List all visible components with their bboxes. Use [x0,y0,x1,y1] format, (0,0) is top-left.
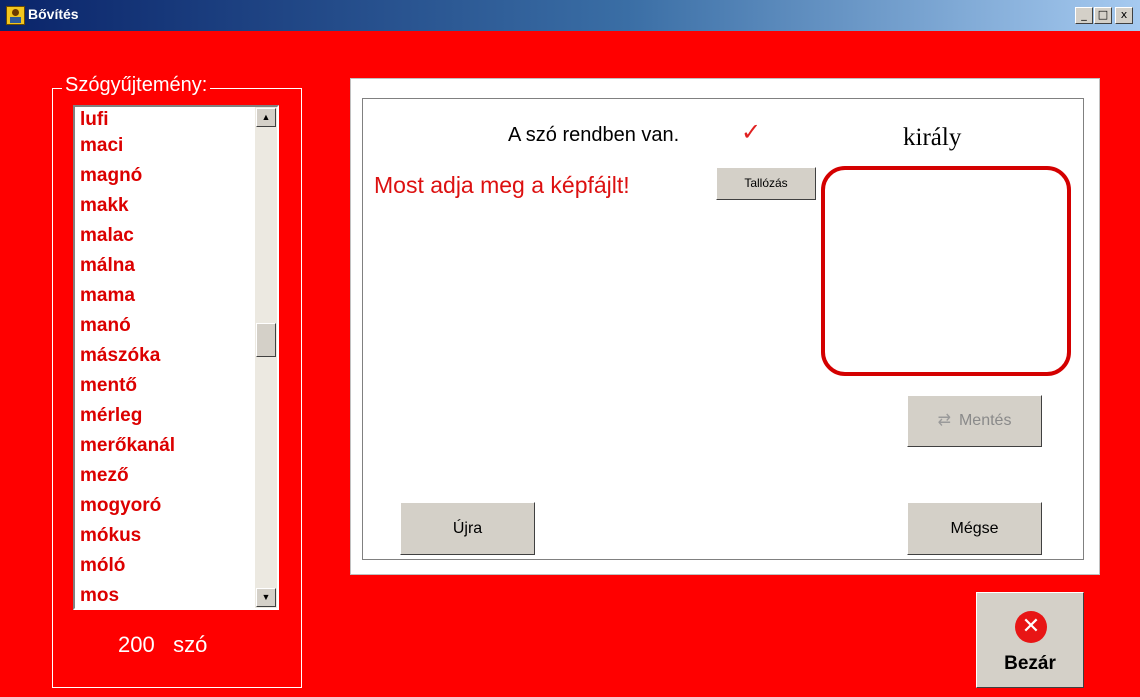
scroll-thumb[interactable] [256,323,276,357]
word-count-unit: szó [173,632,208,657]
list-item[interactable]: maci [75,131,277,161]
close-window-button[interactable]: x [1115,7,1133,24]
window-title: Bővítés [28,6,79,22]
close-button[interactable]: ✕ Bezár [976,592,1084,688]
word-count: 200 szó [118,632,207,658]
list-item[interactable]: mászóka [75,341,277,371]
list-item[interactable]: mókus [75,521,277,551]
list-item[interactable]: lufi [75,109,277,131]
cancel-button[interactable]: Mégse [907,502,1042,555]
image-preview-box [821,166,1071,376]
word-list[interactable]: lufi maci magnó makk malac málna mama manó mászó… [73,105,279,610]
list-item[interactable]: mogyoró [75,491,277,521]
browse-button[interactable]: Tallózás [716,167,816,200]
list-item[interactable]: móló [75,551,277,581]
close-icon: ✕ [1015,611,1047,643]
list-item[interactable]: mentő [75,371,277,401]
current-word: király [903,124,962,151]
again-button[interactable]: Újra [400,502,535,555]
list-item[interactable]: malac [75,221,277,251]
maximize-button[interactable]: □ [1094,7,1112,24]
save-icon: ⇄ [937,412,951,429]
list-item[interactable]: mező [75,461,277,491]
list-item[interactable]: mérleg [75,401,277,431]
list-item[interactable]: makk [75,191,277,221]
word-list-scrollbar[interactable]: ▲ ▼ [255,107,277,608]
app-icon [6,6,25,25]
title-bar: Bővítés _ □ x [0,0,1140,31]
scroll-up-button[interactable]: ▲ [256,108,276,127]
save-label: Mentés [958,412,1012,429]
word-count-value: 200 [118,632,155,657]
list-item[interactable]: merőkanál [75,431,277,461]
status-text: A szó rendben van. [508,124,680,146]
word-list-items: lufi maci magnó makk malac málna mama manó mászó… [75,109,277,608]
list-item[interactable]: mos [75,581,277,608]
list-item[interactable]: magnó [75,161,277,191]
scroll-down-button[interactable]: ▼ [256,588,276,607]
image-prompt: Most adja meg a képfájlt! [374,172,630,198]
list-item[interactable]: mama [75,281,277,311]
minimize-button[interactable]: _ [1075,7,1093,24]
save-button[interactable]: ⇄ Mentés [907,395,1042,447]
wordlist-label: Szógyűjtemény: [62,74,211,97]
list-item[interactable]: manó [75,311,277,341]
close-label: Bezár [1004,653,1056,674]
check-icon: ✓ [741,118,762,146]
list-item[interactable]: málna [75,251,277,281]
